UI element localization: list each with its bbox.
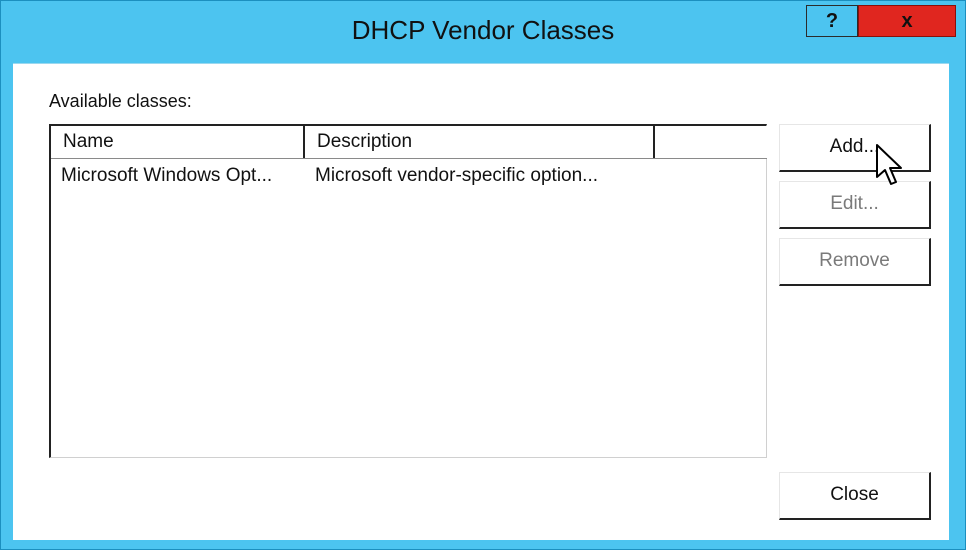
list-header: Name Description (51, 126, 767, 159)
close-window-button[interactable]: x (858, 5, 956, 37)
dialog-body: Available classes: Name Description Micr… (13, 63, 949, 540)
title-bar[interactable]: DHCP Vendor Classes ? x (1, 1, 965, 63)
close-button[interactable]: Close (779, 472, 931, 520)
column-header-name[interactable]: Name (51, 126, 305, 158)
classes-list[interactable]: Name Description Microsoft Windows Opt..… (49, 124, 767, 458)
mouse-pointer-icon (876, 144, 902, 185)
remove-button[interactable]: Remove (779, 238, 931, 286)
list-item-name: Microsoft Windows Opt... (61, 165, 273, 186)
add-button[interactable]: Add... (779, 124, 931, 172)
dialog-window: DHCP Vendor Classes ? x Available classe… (0, 0, 966, 550)
edit-button[interactable]: Edit... (779, 181, 931, 229)
question-mark-icon: ? (825, 9, 839, 32)
column-header-empty[interactable] (655, 126, 767, 158)
help-button[interactable]: ? (806, 5, 858, 37)
list-item-description: Microsoft vendor-specific option... (315, 165, 599, 186)
column-header-description[interactable]: Description (305, 126, 655, 158)
close-icon: x (901, 9, 913, 32)
available-classes-label: Available classes: (49, 91, 192, 111)
list-item[interactable]: Microsoft Windows Opt... Microsoft vendo… (51, 160, 767, 192)
